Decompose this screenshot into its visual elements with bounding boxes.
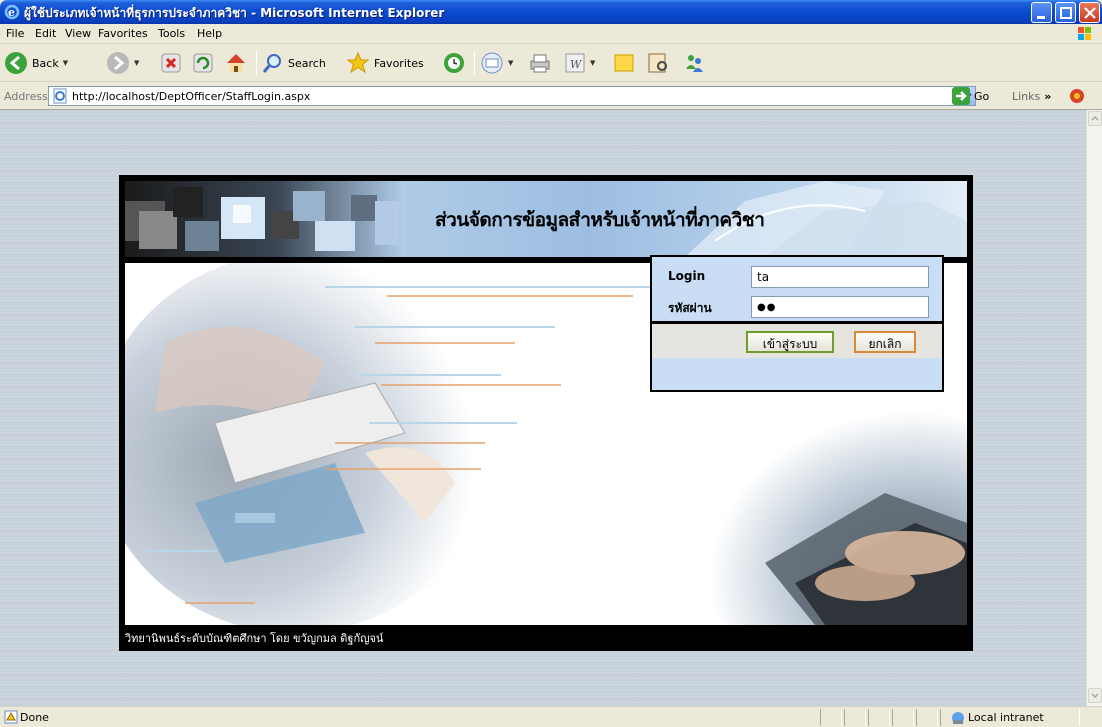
windows-logo-icon bbox=[1078, 27, 1091, 40]
favorites-label: Favorites bbox=[374, 56, 424, 70]
chevron-up-icon bbox=[1091, 115, 1099, 121]
chevron-down-icon bbox=[1091, 693, 1099, 699]
mail-button[interactable]: ▼ bbox=[480, 49, 513, 77]
username-input[interactable]: ta bbox=[751, 266, 929, 288]
go-button[interactable]: Go bbox=[952, 87, 989, 105]
forward-arrow-icon bbox=[107, 52, 129, 74]
status-bar: Done Local intranet bbox=[0, 706, 1102, 727]
discuss-button[interactable] bbox=[612, 49, 636, 77]
stop-icon bbox=[161, 53, 181, 73]
page-footer: วิทยานิพนธ์ระดับบัณฑิตศึกษา โดย ขวัญกมล … bbox=[125, 627, 967, 647]
password-label: รหัสผ่าน bbox=[668, 301, 712, 315]
home-icon bbox=[227, 54, 245, 72]
print-button[interactable] bbox=[528, 49, 552, 77]
cancel-button[interactable]: ยกเลิก bbox=[854, 331, 916, 353]
favorites-button[interactable]: Favorites bbox=[346, 49, 424, 77]
menu-edit[interactable]: Edit bbox=[35, 27, 56, 40]
minimize-button[interactable] bbox=[1031, 2, 1052, 23]
minimize-icon bbox=[1037, 16, 1045, 19]
menu-view[interactable]: View bbox=[65, 27, 91, 40]
chevron-down-icon[interactable]: ▼ bbox=[508, 59, 513, 67]
maximize-icon bbox=[1060, 7, 1072, 19]
login-page-frame: ส่วนจัดการข้อมูลสำหรับเจ้าหน้าที่ภาควิชา bbox=[119, 175, 973, 651]
svg-text:e: e bbox=[8, 6, 15, 19]
refresh-icon bbox=[193, 53, 213, 73]
page-done-icon bbox=[4, 710, 18, 724]
chevron-right-icon: » bbox=[1044, 90, 1052, 103]
menu-bar: File Edit View Favorites Tools Help bbox=[0, 24, 1102, 44]
back-label: Back bbox=[32, 56, 59, 70]
ie-icon: e bbox=[4, 4, 20, 20]
scroll-down-button[interactable] bbox=[1088, 688, 1102, 703]
chevron-down-icon[interactable]: ▼ bbox=[134, 59, 139, 67]
back-arrow-icon bbox=[5, 52, 27, 74]
search-button[interactable]: Search bbox=[262, 49, 326, 77]
window-title: ผู้ใช้ประเภทเจ้าหน้าที่ธุรการประจำภาควิช… bbox=[24, 6, 445, 20]
home-button[interactable] bbox=[224, 49, 248, 77]
edit-button[interactable]: W ▼ bbox=[564, 49, 595, 77]
menu-file[interactable]: File bbox=[6, 27, 24, 40]
status-text: Done bbox=[20, 711, 49, 724]
close-icon bbox=[1084, 7, 1096, 19]
go-arrow-icon bbox=[952, 87, 970, 105]
mail-icon bbox=[481, 52, 503, 74]
username-row: Login ta bbox=[652, 262, 942, 290]
username-label: Login bbox=[668, 269, 706, 283]
menu-help[interactable]: Help bbox=[197, 27, 222, 40]
page-icon bbox=[53, 88, 67, 104]
address-input[interactable]: http://localhost/DeptOfficer/StaffLogin.… bbox=[48, 86, 976, 106]
research-icon bbox=[648, 53, 667, 73]
window-titlebar[interactable]: e ผู้ใช้ประเภทเจ้าหน้าที่ธุรการประจำภาคว… bbox=[0, 0, 1102, 24]
messenger-icon bbox=[686, 55, 703, 72]
toolbar-extension-icon[interactable] bbox=[1068, 87, 1088, 105]
svg-text:W: W bbox=[570, 58, 583, 71]
star-icon bbox=[346, 51, 370, 74]
login-button[interactable]: เข้าสู่ระบบ bbox=[746, 331, 834, 353]
maximize-button[interactable] bbox=[1055, 2, 1076, 23]
links-button[interactable]: Links» bbox=[1012, 90, 1051, 103]
address-label: Address bbox=[4, 90, 48, 103]
refresh-button[interactable] bbox=[192, 49, 214, 77]
scroll-up-button[interactable] bbox=[1088, 111, 1102, 126]
menu-favorites[interactable]: Favorites bbox=[98, 27, 148, 40]
button-row: เข้าสู่ระบบ ยกเลิก bbox=[652, 324, 942, 358]
search-icon bbox=[262, 54, 281, 73]
history-button[interactable] bbox=[442, 49, 466, 77]
forward-button[interactable]: ▼ bbox=[106, 49, 139, 77]
chevron-down-icon[interactable]: ▼ bbox=[590, 59, 595, 67]
footer-text: วิทยานิพนธ์ระดับบัณฑิตศึกษา โดย ขวัญกมล … bbox=[125, 632, 384, 645]
history-icon bbox=[444, 53, 464, 73]
toolbar: Back ▼ ▼ Search Favorites ▼ W ▼ bbox=[0, 44, 1102, 82]
security-zone-text: Local intranet bbox=[968, 711, 1044, 724]
search-label: Search bbox=[288, 56, 326, 70]
page-content-area: ส่วนจัดการข้อมูลสำหรับเจ้าหน้าที่ภาควิชา bbox=[0, 110, 1086, 706]
back-button[interactable]: Back ▼ bbox=[4, 49, 68, 77]
menu-tools[interactable]: Tools bbox=[158, 27, 185, 40]
url-text: http://localhost/DeptOfficer/StaffLogin.… bbox=[72, 90, 311, 103]
address-bar: Address http://localhost/DeptOfficer/Sta… bbox=[0, 82, 1102, 110]
links-label: Links bbox=[1012, 90, 1041, 103]
chevron-down-icon[interactable]: ▼ bbox=[63, 59, 68, 67]
page-banner: ส่วนจัดการข้อมูลสำหรับเจ้าหน้าที่ภาควิชา bbox=[125, 181, 967, 257]
messenger-button[interactable] bbox=[682, 49, 706, 77]
password-row: รหัสผ่าน ●● bbox=[652, 292, 942, 320]
close-button[interactable] bbox=[1079, 2, 1100, 23]
banner-title: ส่วนจัดการข้อมูลสำหรับเจ้าหน้าที่ภาควิชา bbox=[435, 209, 765, 231]
password-input[interactable]: ●● bbox=[751, 296, 929, 318]
word-document-icon: W bbox=[565, 53, 585, 73]
login-form: Login ta รหัสผ่าน ●● เข้าสู่ระบบ ยกเลิก bbox=[650, 255, 944, 392]
printer-icon bbox=[530, 54, 550, 73]
go-label: Go bbox=[974, 89, 990, 103]
intranet-zone-icon bbox=[952, 712, 964, 724]
stop-button[interactable] bbox=[160, 49, 182, 77]
note-icon bbox=[614, 54, 634, 72]
research-button[interactable] bbox=[646, 49, 670, 77]
vertical-scrollbar[interactable] bbox=[1086, 110, 1102, 706]
